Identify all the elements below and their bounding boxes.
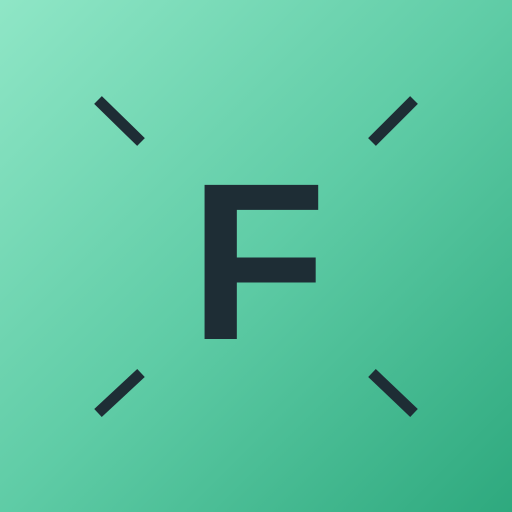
- f-letter-mark: F: [190, 137, 327, 387]
- f-app-icon: F: [0, 0, 512, 512]
- app-icon: F: [0, 0, 512, 512]
